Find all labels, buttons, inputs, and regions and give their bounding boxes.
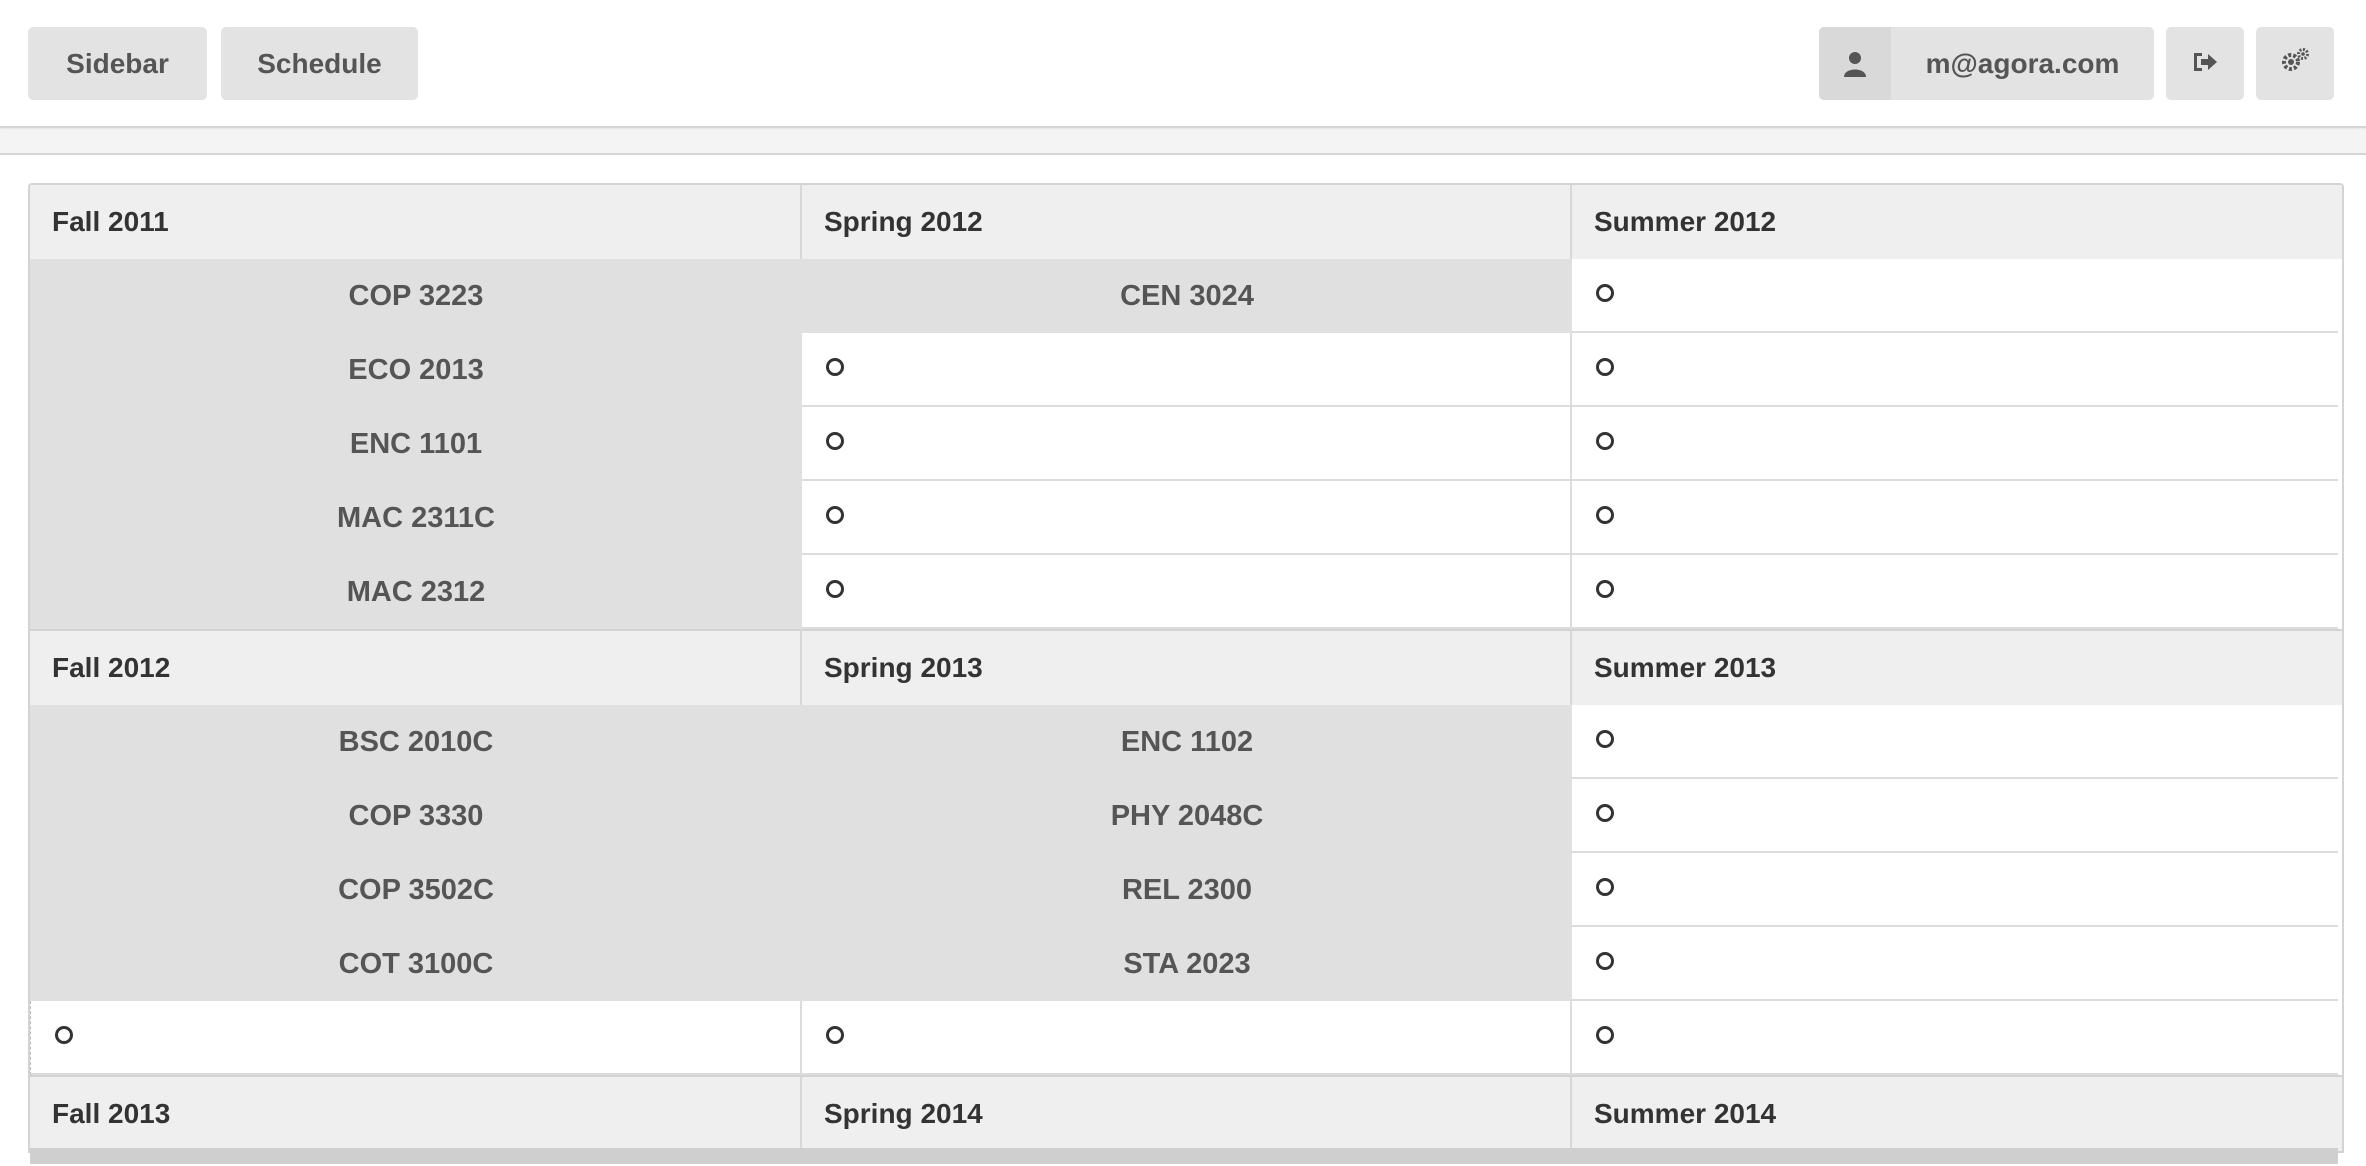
course-row: COP 3330 PHY 2048C bbox=[30, 779, 2342, 853]
empty-course-slot[interactable] bbox=[1572, 853, 2338, 927]
course-item[interactable]: COP 3223 bbox=[30, 259, 802, 333]
empty-slot-circle-icon bbox=[1596, 1026, 1614, 1044]
term-header-row: Fall 2012 Spring 2013 Summer 2013 bbox=[30, 629, 2342, 705]
empty-slot-circle-icon bbox=[1596, 952, 1614, 970]
course-item[interactable]: CEN 3024 bbox=[802, 259, 1572, 333]
empty-course-slot[interactable] bbox=[1572, 927, 2338, 1001]
course-item[interactable]: STA 2023 bbox=[802, 927, 1572, 1001]
top-toolbar: Sidebar Schedule m@agora.com bbox=[0, 0, 2366, 128]
empty-slot-circle-icon bbox=[1596, 804, 1614, 822]
empty-slot-circle-icon bbox=[826, 358, 844, 376]
course-row: MAC 2311C bbox=[30, 481, 2342, 555]
settings-button[interactable] bbox=[2256, 27, 2334, 100]
empty-slot-circle-icon bbox=[826, 580, 844, 598]
empty-slot-circle-icon bbox=[826, 506, 844, 524]
course-item[interactable]: COT 3100C bbox=[30, 927, 802, 1001]
course-item[interactable]: COP 3502C bbox=[30, 853, 802, 927]
gears-icon bbox=[2280, 47, 2310, 80]
schedule-button[interactable]: Schedule bbox=[221, 27, 418, 100]
term-header: Spring 2014 bbox=[802, 1077, 1572, 1151]
course-row bbox=[30, 1001, 2342, 1075]
empty-course-slot[interactable] bbox=[1572, 555, 2338, 629]
empty-course-slot[interactable] bbox=[1572, 259, 2338, 333]
term-header: Fall 2011 bbox=[30, 185, 802, 259]
course-row: COP 3502C REL 2300 bbox=[30, 853, 2342, 927]
empty-course-slot[interactable] bbox=[1572, 1001, 2338, 1075]
empty-course-slot[interactable] bbox=[802, 555, 1572, 629]
empty-course-slot[interactable] bbox=[802, 481, 1572, 555]
course-row: COT 3100C STA 2023 bbox=[30, 927, 2342, 1001]
term-header-row: Fall 2013 Spring 2014 Summer 2014 bbox=[30, 1075, 2342, 1151]
empty-course-slot[interactable] bbox=[1572, 705, 2338, 779]
course-item[interactable]: ENC 1101 bbox=[30, 407, 802, 481]
empty-course-slot[interactable] bbox=[1572, 481, 2338, 555]
empty-course-slot[interactable] bbox=[1572, 333, 2338, 407]
course-row: MAC 2312 bbox=[30, 555, 2342, 629]
course-row: ENC 1101 bbox=[30, 407, 2342, 481]
empty-course-slot[interactable] bbox=[30, 1001, 802, 1075]
empty-slot-circle-icon bbox=[55, 1026, 73, 1044]
empty-slot-circle-icon bbox=[1596, 580, 1614, 598]
term-header-row: Fall 2011 Spring 2012 Summer 2012 bbox=[30, 185, 2342, 259]
empty-slot-circle-icon bbox=[1596, 730, 1614, 748]
term-header: Fall 2013 bbox=[30, 1077, 802, 1151]
course-row: COP 3223 CEN 3024 bbox=[30, 259, 2342, 333]
empty-slot-circle-icon bbox=[1596, 432, 1614, 450]
course-item[interactable]: PHY 2048C bbox=[802, 779, 1572, 853]
course-item[interactable]: MAC 2311C bbox=[30, 481, 802, 555]
empty-slot-circle-icon bbox=[1596, 878, 1614, 896]
empty-slot-circle-icon bbox=[1596, 358, 1614, 376]
schedule-grid: Fall 2011 Spring 2012 Summer 2012 COP 32… bbox=[28, 183, 2344, 1153]
course-item[interactable]: BSC 2010C bbox=[30, 705, 802, 779]
course-item[interactable]: ENC 1102 bbox=[802, 705, 1572, 779]
empty-course-slot[interactable] bbox=[802, 333, 1572, 407]
term-header: Summer 2013 bbox=[1594, 652, 1777, 683]
course-item[interactable]: MAC 2312 bbox=[30, 555, 802, 629]
sidebar-button[interactable]: Sidebar bbox=[28, 27, 207, 100]
course-row: BSC 2010C ENC 1102 bbox=[30, 705, 2342, 779]
user-email: m@agora.com bbox=[1925, 47, 2120, 79]
course-item[interactable]: ECO 2013 bbox=[30, 333, 802, 407]
sign-out-icon bbox=[2192, 48, 2218, 80]
empty-course-slot[interactable] bbox=[802, 1001, 1572, 1075]
course-row-partial bbox=[30, 1148, 2338, 1164]
empty-slot-circle-icon bbox=[826, 1026, 844, 1044]
user-account-button[interactable]: m@agora.com bbox=[1819, 27, 2154, 100]
term-header: Summer 2012 bbox=[1594, 206, 1777, 237]
logout-button[interactable] bbox=[2166, 27, 2244, 100]
term-header: Summer 2014 bbox=[1594, 1098, 1777, 1129]
empty-course-slot[interactable] bbox=[1572, 407, 2338, 481]
term-header: Fall 2012 bbox=[30, 631, 802, 705]
empty-slot-circle-icon bbox=[1596, 284, 1614, 302]
empty-slot-circle-icon bbox=[826, 432, 844, 450]
empty-course-slot[interactable] bbox=[802, 407, 1572, 481]
term-header: Spring 2012 bbox=[802, 185, 1572, 259]
empty-slot-circle-icon bbox=[1596, 506, 1614, 524]
term-header: Spring 2013 bbox=[802, 631, 1572, 705]
course-item[interactable]: REL 2300 bbox=[802, 853, 1572, 927]
user-icon bbox=[1819, 27, 1891, 100]
empty-course-slot[interactable] bbox=[1572, 779, 2338, 853]
course-row: ECO 2013 bbox=[30, 333, 2342, 407]
course-item[interactable]: COP 3330 bbox=[30, 779, 802, 853]
